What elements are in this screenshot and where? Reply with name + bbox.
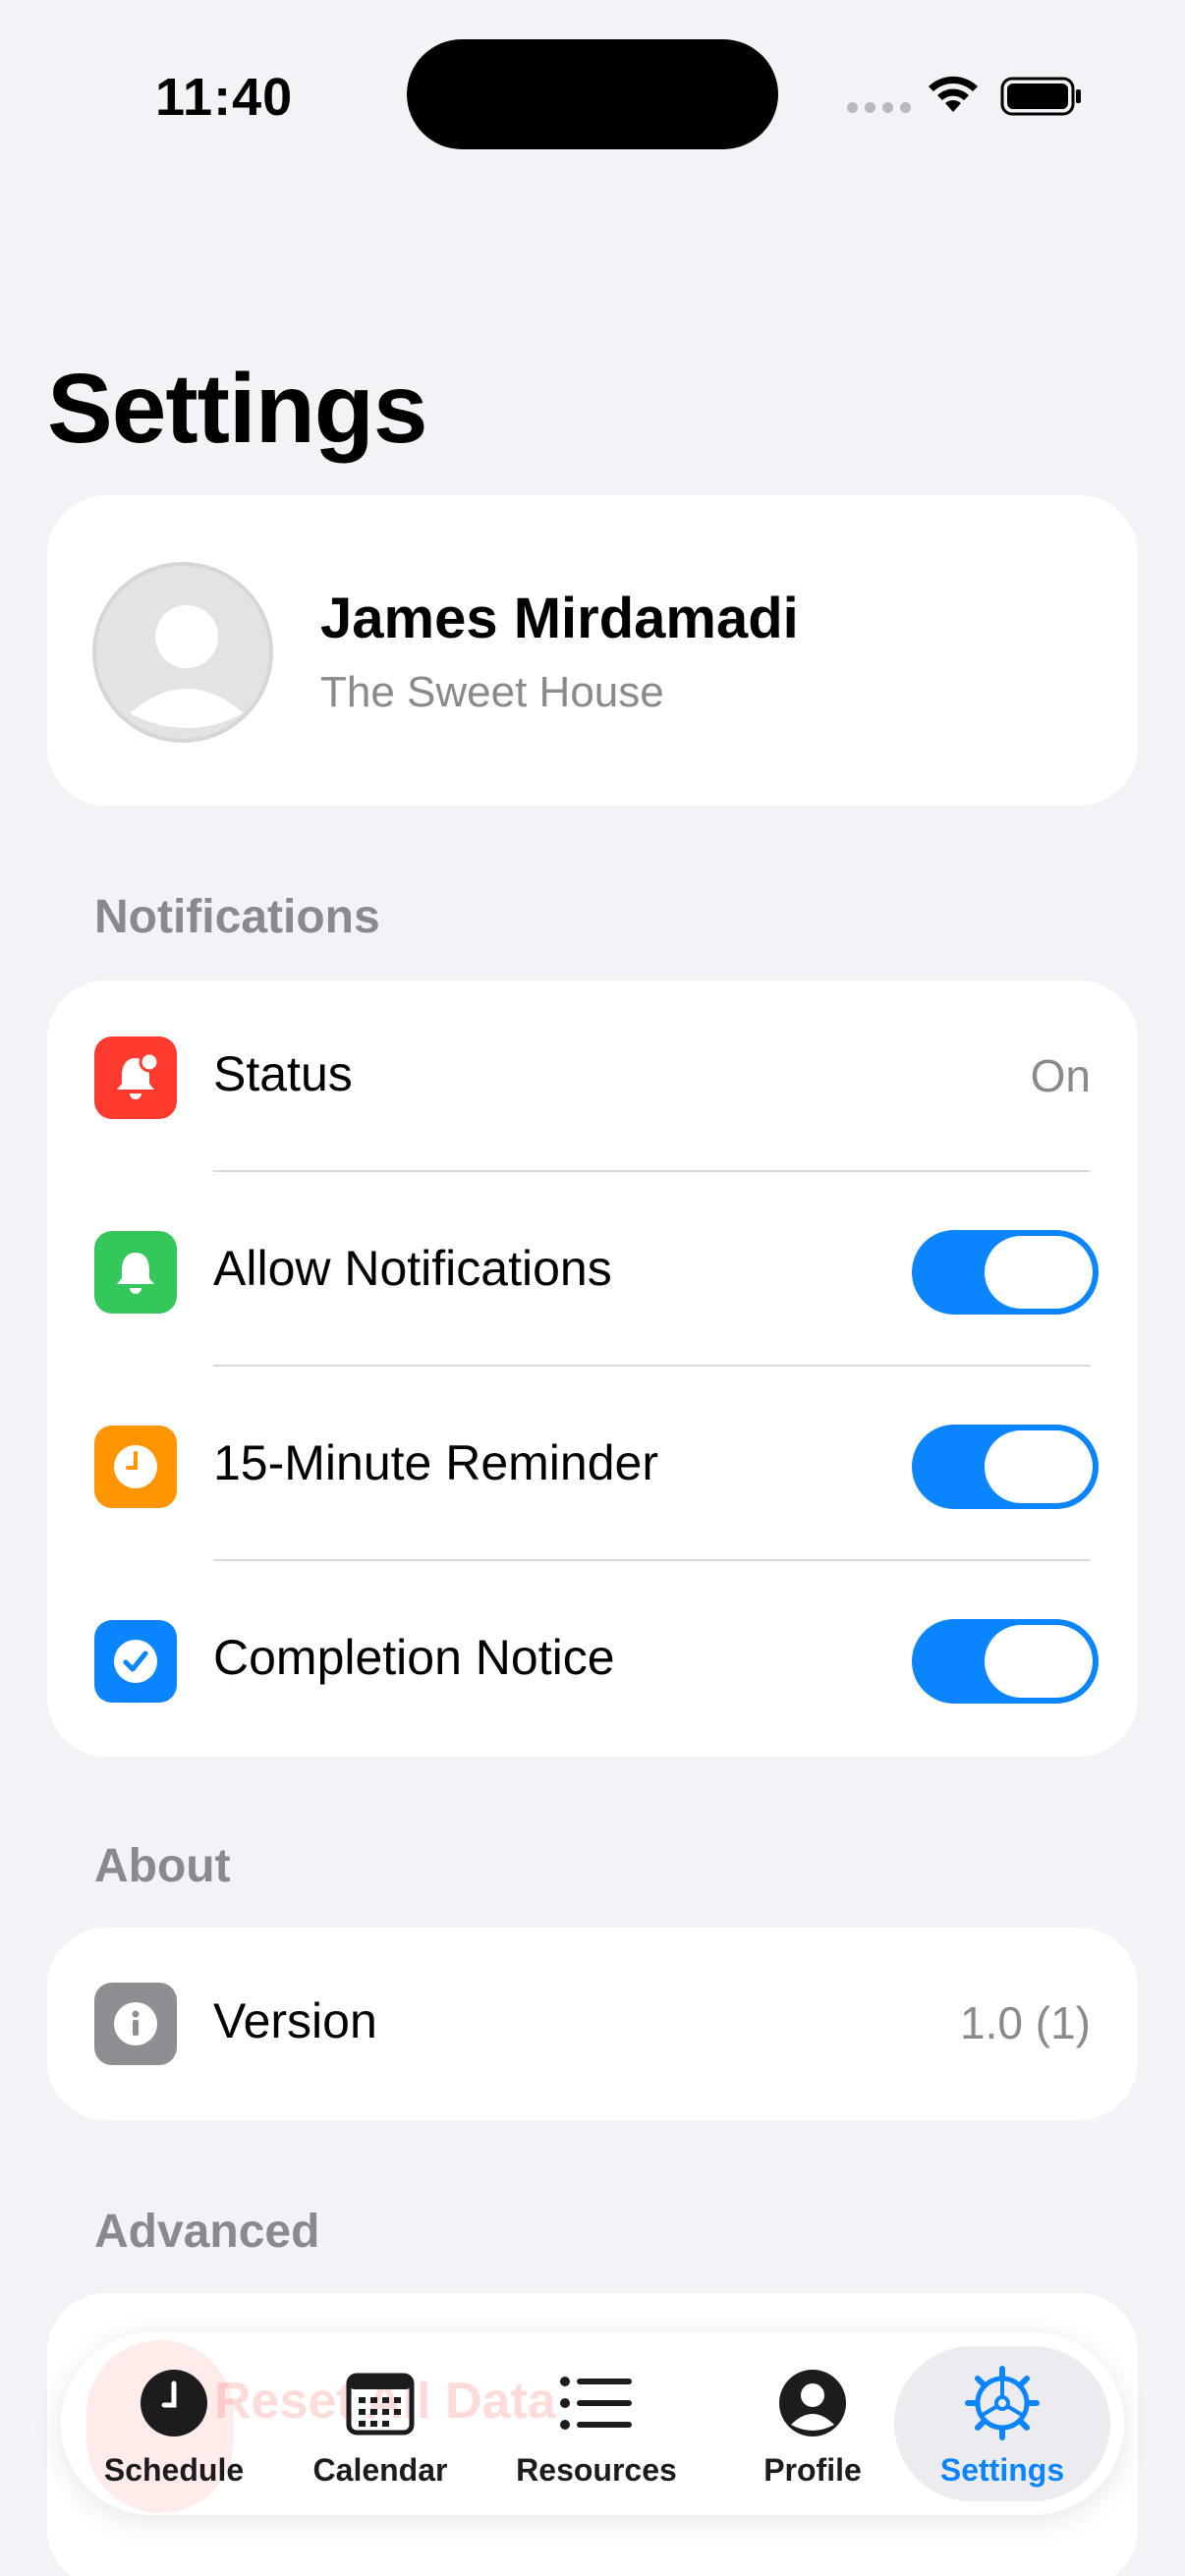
status-bar: 11:40 — [0, 0, 1185, 196]
profile-card[interactable]: James Mirdamadi The Sweet House — [47, 495, 1138, 806]
gear-icon — [965, 2366, 1040, 2440]
battery-icon — [1000, 77, 1081, 116]
row-15-minute-reminder: 15-Minute Reminder — [47, 1370, 1138, 1564]
reminder-toggle[interactable] — [912, 1425, 1099, 1509]
section-header-advanced: Advanced — [94, 2206, 320, 2258]
tab-label: Settings — [939, 2452, 1065, 2488]
allow-notifications-toggle[interactable] — [912, 1230, 1099, 1315]
divider — [213, 1365, 1091, 1367]
row-label: Status — [213, 1046, 353, 1101]
status-time: 11:40 — [155, 68, 294, 127]
row-label: Completion Notice — [213, 1630, 615, 1685]
calendar-icon — [343, 2366, 418, 2440]
bell-badge-icon — [94, 1036, 177, 1119]
profile-name: James Mirdamadi — [320, 587, 799, 650]
bell-icon — [94, 1231, 177, 1314]
section-header-about: About — [94, 1840, 231, 1892]
tab-calendar[interactable]: Calendar — [307, 2332, 454, 2515]
tab-settings[interactable]: Settings — [929, 2332, 1076, 2515]
cellular-signal-icon — [847, 102, 911, 113]
tab-schedule[interactable]: Schedule — [100, 2332, 248, 2515]
person-placeholder-icon — [130, 605, 244, 728]
list-icon — [559, 2366, 634, 2440]
status-value: On — [1030, 1050, 1091, 1101]
clock-icon — [94, 1426, 177, 1508]
tab-bar: Reset All Data Schedule Calendar Resourc… — [61, 2332, 1124, 2515]
dynamic-island — [407, 39, 778, 149]
page-title: Settings — [47, 354, 427, 464]
info-icon — [94, 1983, 177, 2065]
tab-label: Profile — [763, 2452, 862, 2488]
checkmark-circle-icon — [94, 1620, 177, 1703]
row-version: Version 1.0 (1) — [47, 1928, 1138, 2120]
clock-icon — [137, 2366, 211, 2440]
tab-label: Calendar — [312, 2452, 448, 2488]
tab-profile[interactable]: Profile — [739, 2332, 886, 2515]
avatar — [92, 562, 273, 743]
row-label: Version — [213, 1993, 377, 2048]
section-header-notifications: Notifications — [94, 891, 380, 943]
row-label: Allow Notifications — [213, 1241, 612, 1296]
completion-notice-toggle[interactable] — [912, 1619, 1099, 1704]
tab-label: Schedule — [103, 2452, 245, 2488]
tab-label: Resources — [516, 2452, 677, 2488]
divider — [213, 1559, 1091, 1561]
row-completion-notice: Completion Notice — [47, 1564, 1138, 1759]
about-card: Version 1.0 (1) — [47, 1928, 1138, 2120]
row-label: 15-Minute Reminder — [213, 1435, 658, 1490]
version-value: 1.0 (1) — [960, 1997, 1091, 2048]
divider — [213, 1170, 1091, 1172]
person-circle-icon — [775, 2366, 850, 2440]
profile-subtitle: The Sweet House — [320, 668, 664, 716]
row-allow-notifications: Allow Notifications — [47, 1175, 1138, 1370]
row-status[interactable]: Status On — [47, 980, 1138, 1175]
notifications-card: Status On Allow Notifications 15-Minute … — [47, 980, 1138, 1757]
wifi-icon — [929, 76, 978, 112]
tab-resources[interactable]: Resources — [513, 2332, 680, 2515]
